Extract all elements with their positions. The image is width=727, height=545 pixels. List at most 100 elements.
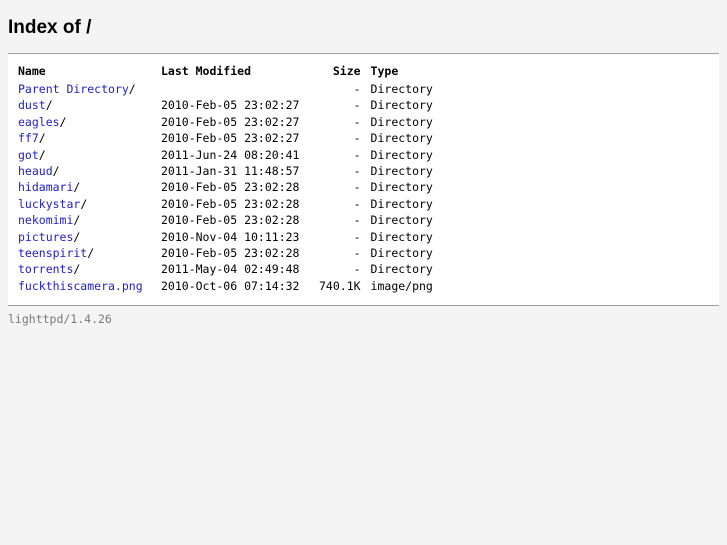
table-row: teenspirit/2010-Feb-05 23:02:28- Director… — [15, 245, 444, 261]
directory-suffix: / — [59, 114, 67, 129]
last-modified-cell: 2010-Feb-05 23:02:27 — [161, 131, 300, 146]
file-name-cell: torrents/ — [15, 261, 158, 277]
file-name-cell: luckystar/ — [15, 196, 158, 212]
directory-suffix: / — [128, 82, 136, 96]
file-name-cell: pictures/ — [15, 229, 158, 245]
last-modified-cell: 2010-Feb-05 23:02:28 — [161, 213, 300, 228]
file-link[interactable]: nekomimi — [18, 213, 73, 227]
file-rows: Parent Directory/- Directory dust/2010-Feb… — [15, 81, 444, 294]
last-modified-cell: 2010-Feb-05 23:02:27 — [161, 114, 300, 129]
type-cell: Directory — [370, 131, 433, 146]
type-cell: Directory — [370, 213, 433, 228]
directory-suffix: / — [73, 180, 81, 195]
directory-suffix: / — [73, 262, 81, 277]
directory-suffix: / — [52, 164, 60, 179]
type-cell: Directory — [370, 147, 433, 162]
file-name-cell: ff7/ — [15, 130, 158, 146]
type-cell: image/png — [370, 278, 433, 293]
file-link[interactable]: eagles — [18, 115, 60, 129]
type-cell: Directory — [370, 246, 433, 261]
table-row: eagles/2010-Feb-05 23:02:27- Directory — [15, 114, 444, 130]
table-row: pictures/2010-Nov-04 10:11:23- Directory — [15, 229, 444, 245]
column-header-name[interactable]: Name — [15, 63, 158, 81]
directory-suffix: / — [38, 131, 46, 146]
type-cell: Directory — [370, 262, 433, 277]
size-cell: - — [353, 114, 361, 129]
file-link[interactable]: Parent Directory — [18, 82, 129, 96]
file-link[interactable]: fuckthiscamera.png — [18, 279, 143, 293]
last-modified-cell: 2010-Feb-05 23:02:27 — [161, 98, 300, 113]
file-name-cell: heaud/ — [15, 163, 158, 179]
size-cell: - — [353, 196, 361, 211]
file-name-cell: dust/ — [15, 97, 158, 113]
size-cell: - — [353, 82, 361, 96]
directory-listing: Name Last Modified Size Type Parent Dire… — [8, 53, 719, 306]
last-modified-cell: 2011-May-04 02:49:48 — [161, 262, 300, 277]
file-name-cell: got/ — [15, 147, 158, 163]
server-signature: lighttpd/1.4.26 — [8, 312, 112, 326]
size-cell: 740.1K — [319, 278, 361, 293]
file-link[interactable]: ff7 — [18, 131, 39, 145]
type-cell: Directory — [370, 114, 433, 129]
file-link[interactable]: dust — [18, 98, 46, 112]
table-row: nekomimi/2010-Feb-05 23:02:28- Directory — [15, 212, 444, 228]
file-name-cell: nekomimi/ — [15, 212, 158, 228]
directory-suffix: / — [38, 147, 46, 162]
file-table: Name Last Modified Size Type Parent Dire… — [15, 63, 444, 294]
table-row: Parent Directory/ - Directory — [15, 81, 444, 97]
column-header-modified[interactable]: Last Modified — [158, 63, 316, 81]
table-row: fuckthiscamera.png 2010-Oct-06 07:14:32 74… — [15, 278, 444, 294]
directory-suffix: / — [87, 246, 95, 261]
type-cell: Directory — [370, 180, 433, 195]
last-modified-cell: 2010-Feb-05 23:02:28 — [161, 246, 300, 261]
type-cell: Directory — [370, 98, 433, 113]
last-modified-cell: 2010-Feb-05 23:02:28 — [161, 196, 300, 211]
file-name-cell: fuckthiscamera.png — [15, 278, 158, 294]
size-cell: - — [353, 147, 361, 162]
file-link[interactable]: got — [18, 148, 39, 162]
file-link[interactable]: hidamari — [18, 180, 73, 194]
column-header-type[interactable]: Type — [368, 63, 444, 81]
last-modified-cell: 2010-Nov-04 10:11:23 — [161, 229, 300, 244]
size-cell: - — [353, 180, 361, 195]
table-row: hidamari/2010-Feb-05 23:02:28- Directory — [15, 179, 444, 195]
file-name-cell: hidamari/ — [15, 179, 158, 195]
last-modified-cell — [158, 81, 316, 97]
table-row: got/2011-Jun-24 08:20:41- Directory — [15, 147, 444, 163]
type-cell: Directory — [370, 196, 433, 211]
last-modified-cell: 2011-Jun-24 08:20:41 — [161, 147, 300, 162]
table-header-row: Name Last Modified Size Type — [15, 63, 444, 81]
file-link[interactable]: pictures — [18, 230, 73, 244]
last-modified-cell: 2010-Feb-05 23:02:28 — [161, 180, 300, 195]
table-row: ff7/2010-Feb-05 23:02:27- Directory — [15, 130, 444, 146]
size-cell: - — [353, 131, 361, 146]
last-modified-cell: 2011-Jan-31 11:48:57 — [161, 164, 300, 179]
file-link[interactable]: torrents — [18, 262, 73, 276]
file-name-cell: Parent Directory/ — [15, 81, 158, 97]
column-header-size[interactable]: Size — [316, 63, 368, 81]
size-cell: - — [353, 246, 361, 261]
size-cell: - — [353, 213, 361, 228]
last-modified-cell: 2010-Oct-06 07:14:32 — [161, 278, 300, 293]
type-cell: Directory — [370, 164, 433, 179]
size-cell: - — [353, 229, 361, 244]
table-row: heaud/2011-Jan-31 11:48:57- Directory — [15, 163, 444, 179]
file-link[interactable]: luckystar — [18, 197, 80, 211]
table-row: dust/2010-Feb-05 23:02:27- Directory — [15, 97, 444, 113]
table-row: luckystar/2010-Feb-05 23:02:28- Directory — [15, 196, 444, 212]
size-cell: - — [353, 164, 361, 179]
file-name-cell: teenspirit/ — [15, 245, 158, 261]
file-link[interactable]: teenspirit — [18, 246, 87, 260]
type-cell: Directory — [370, 82, 433, 96]
size-cell: - — [353, 98, 361, 113]
table-row: torrents/2011-May-04 02:49:48- Directory — [15, 261, 444, 277]
type-cell: Directory — [370, 229, 433, 244]
file-name-cell: eagles/ — [15, 114, 158, 130]
directory-suffix: / — [73, 229, 81, 244]
directory-suffix: / — [80, 196, 88, 211]
directory-suffix: / — [73, 213, 81, 228]
page-title: Index of / — [8, 17, 92, 38]
size-cell: - — [353, 262, 361, 277]
file-link[interactable]: heaud — [18, 164, 53, 178]
directory-suffix: / — [45, 98, 53, 113]
